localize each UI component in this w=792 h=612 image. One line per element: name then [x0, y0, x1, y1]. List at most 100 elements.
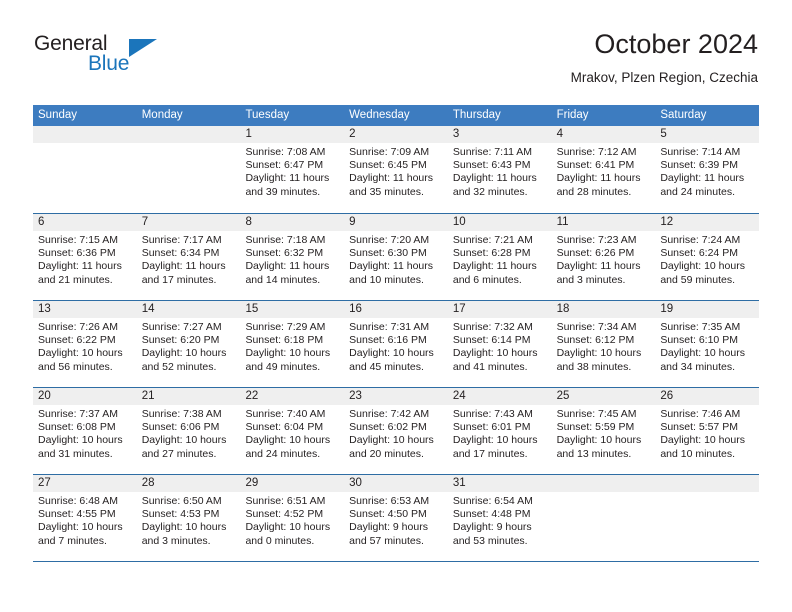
day-cell-1[interactable]: 1 Sunrise: 7:08 AM Sunset: 6:47 PM Daylight… — [240, 126, 345, 213]
day-cell-25[interactable]: 25 Sunrise: 7:45 AM Sunset: 5:59 PM Dayligh… — [551, 388, 656, 474]
day-cell-2[interactable]: 2 Sunrise: 7:09 AM Sunset: 6:45 PM Daylight… — [344, 126, 448, 213]
day-cell-8[interactable]: 8 Sunrise: 7:18 AM Sunset: 6:32 PM Daylight… — [240, 214, 345, 300]
day-number: 21 — [136, 388, 241, 405]
daylight-text: Daylight: 11 hours and 3 minutes. — [556, 260, 641, 286]
sunrise-text: Sunrise: 7:37 AM — [38, 408, 118, 420]
daylight-text: Daylight: 11 hours and 14 minutes. — [245, 260, 330, 286]
sunset-text: Sunset: 4:50 PM — [349, 508, 427, 521]
day-cell-26[interactable]: 26 Sunrise: 7:46 AM Sunset: 5:57 PM Dayligh… — [655, 388, 760, 474]
day-number: 7 — [136, 214, 241, 231]
daylight-text: Daylight: 11 hours and 17 minutes. — [141, 260, 226, 286]
day-details: Sunrise: 6:54 AM Sunset: 4:48 PM Daylight:… — [448, 492, 552, 548]
sunset-text: Sunset: 6:14 PM — [452, 334, 531, 347]
day-cell-12[interactable]: 12 Sunrise: 7:24 AM Sunset: 6:24 PM Dayligh… — [655, 214, 760, 300]
daylight-text: Daylight: 10 hours and 59 minutes. — [660, 260, 745, 286]
day-number: 17 — [447, 301, 552, 318]
day-cell-29[interactable]: 29 Sunrise: 6:51 AM Sunset: 4:52 PM Dayligh… — [240, 475, 345, 561]
day-cell-20[interactable]: 20 Sunrise: 7:37 AM Sunset: 6:08 PM Dayligh… — [33, 388, 137, 474]
daylight-text: Daylight: 10 hours and 52 minutes. — [141, 347, 227, 373]
day-number: 31 — [447, 475, 552, 492]
day-number: 5 — [655, 126, 760, 143]
day-cell-3[interactable]: 3 Sunrise: 7:11 AM Sunset: 6:43 PM Daylight… — [447, 126, 552, 213]
day-details: Sunrise: 7:24 AM Sunset: 6:24 PM Daylight:… — [655, 231, 759, 287]
weekday-header-monday: Monday — [141, 109, 183, 121]
sunset-text: Sunset: 6:28 PM — [452, 247, 531, 260]
day-details: Sunrise: 7:21 AM Sunset: 6:28 PM Daylight:… — [448, 231, 552, 287]
day-number: 16 — [344, 301, 448, 318]
sunset-text: Sunset: 4:52 PM — [245, 508, 324, 521]
day-number — [551, 475, 656, 492]
calendar-week-row: 27 Sunrise: 6:48 AM Sunset: 4:55 PM Dayligh… — [33, 474, 760, 561]
sunset-text: Sunset: 6:22 PM — [38, 334, 116, 347]
calendar-week-row: 1 Sunrise: 7:08 AM Sunset: 6:47 PM Daylight… — [33, 126, 760, 213]
page-title: October 2024 — [594, 29, 758, 59]
day-cell-28[interactable]: 28 Sunrise: 6:50 AM Sunset: 4:53 PM Dayligh… — [136, 475, 241, 561]
weekday-header-friday: Friday — [556, 109, 589, 121]
day-cell-9[interactable]: 9 Sunrise: 7:20 AM Sunset: 6:30 PM Daylight… — [344, 214, 448, 300]
day-number: 24 — [447, 388, 552, 405]
page-header: General Blue October 2024 Mrakov, Plzen … — [34, 28, 758, 98]
daylight-text: Daylight: 10 hours and 34 minutes. — [660, 347, 745, 373]
weekday-header-wednesday: Wednesday — [349, 109, 410, 121]
day-cell-15[interactable]: 15 Sunrise: 7:29 AM Sunset: 6:18 PM Dayligh… — [240, 301, 345, 387]
day-cell-27[interactable]: 27 Sunrise: 6:48 AM Sunset: 4:55 PM Dayligh… — [33, 475, 137, 561]
day-number: 12 — [655, 214, 760, 231]
weekday-header-saturday: Saturday — [660, 109, 707, 121]
day-cell-17[interactable]: 17 Sunrise: 7:32 AM Sunset: 6:14 PM Dayligh… — [447, 301, 552, 387]
sunrise-text: Sunrise: 7:11 AM — [452, 146, 533, 158]
daylight-text: Daylight: 11 hours and 21 minutes. — [38, 260, 122, 286]
sunrise-text: Sunrise: 7:18 AM — [245, 234, 326, 246]
day-details: Sunrise: 7:12 AM Sunset: 6:41 PM Daylight:… — [552, 143, 656, 199]
daylight-text: Daylight: 10 hours and 7 minutes. — [38, 521, 123, 547]
day-details: Sunrise: 7:08 AM Sunset: 6:47 PM Daylight:… — [240, 143, 344, 199]
daylight-text: Daylight: 10 hours and 10 minutes. — [660, 434, 745, 460]
sunset-text: Sunset: 4:55 PM — [38, 508, 116, 521]
day-details: Sunrise: 6:51 AM Sunset: 4:52 PM Daylight:… — [240, 492, 344, 548]
sunrise-text: Sunrise: 7:15 AM — [38, 234, 118, 246]
daylight-text: Daylight: 10 hours and 45 minutes. — [349, 347, 434, 373]
daylight-text: Daylight: 10 hours and 31 minutes. — [38, 434, 123, 460]
day-cell-6[interactable]: 6 Sunrise: 7:15 AM Sunset: 6:36 PM Daylight… — [33, 214, 137, 300]
day-cell-14[interactable]: 14 Sunrise: 7:27 AM Sunset: 6:20 PM Dayligh… — [136, 301, 241, 387]
day-details: Sunrise: 7:40 AM Sunset: 6:04 PM Daylight:… — [240, 405, 344, 461]
sunrise-text: Sunrise: 7:42 AM — [349, 408, 430, 420]
day-cell-5[interactable]: 5 Sunrise: 7:14 AM Sunset: 6:39 PM Daylight… — [655, 126, 760, 213]
day-number: 30 — [344, 475, 448, 492]
day-cell-22[interactable]: 22 Sunrise: 7:40 AM Sunset: 6:04 PM Dayligh… — [240, 388, 345, 474]
day-details: Sunrise: 7:34 AM Sunset: 6:12 PM Daylight:… — [552, 318, 656, 374]
day-details: Sunrise: 7:15 AM Sunset: 6:36 PM Daylight:… — [33, 231, 137, 287]
day-cell-4[interactable]: 4 Sunrise: 7:12 AM Sunset: 6:41 PM Daylight… — [551, 126, 656, 213]
sunrise-text: Sunrise: 7:21 AM — [452, 234, 533, 246]
day-cell-7[interactable]: 7 Sunrise: 7:17 AM Sunset: 6:34 PM Daylight… — [136, 214, 241, 300]
day-cell-13[interactable]: 13 Sunrise: 7:26 AM Sunset: 6:22 PM Dayligh… — [33, 301, 137, 387]
day-cell-18[interactable]: 18 Sunrise: 7:34 AM Sunset: 6:12 PM Dayligh… — [551, 301, 656, 387]
daylight-text: Daylight: 10 hours and 24 minutes. — [245, 434, 331, 460]
sunset-text: Sunset: 6:01 PM — [452, 421, 531, 434]
day-number: 3 — [447, 126, 552, 143]
daylight-text: Daylight: 11 hours and 10 minutes. — [349, 260, 434, 286]
day-details: Sunrise: 7:31 AM Sunset: 6:16 PM Daylight:… — [344, 318, 448, 374]
day-cell-10[interactable]: 10 Sunrise: 7:21 AM Sunset: 6:28 PM Dayligh… — [447, 214, 552, 300]
day-cell-30[interactable]: 30 Sunrise: 6:53 AM Sunset: 4:50 PM Dayligh… — [344, 475, 448, 561]
day-details: Sunrise: 6:53 AM Sunset: 4:50 PM Daylight:… — [344, 492, 448, 548]
day-cell-23[interactable]: 23 Sunrise: 7:42 AM Sunset: 6:02 PM Dayligh… — [344, 388, 448, 474]
day-cell-24[interactable]: 24 Sunrise: 7:43 AM Sunset: 6:01 PM Dayligh… — [447, 388, 552, 474]
day-cell-11[interactable]: 11 Sunrise: 7:23 AM Sunset: 6:26 PM Dayligh… — [551, 214, 656, 300]
day-details: Sunrise: 7:35 AM Sunset: 6:10 PM Daylight:… — [655, 318, 759, 374]
daylight-text: Daylight: 9 hours and 57 minutes. — [349, 521, 428, 547]
day-cell-19[interactable]: 19 Sunrise: 7:35 AM Sunset: 6:10 PM Dayligh… — [655, 301, 760, 387]
calendar-bottom-rule — [33, 561, 759, 562]
day-details: Sunrise: 7:29 AM Sunset: 6:18 PM Daylight:… — [240, 318, 344, 374]
day-cell-16[interactable]: 16 Sunrise: 7:31 AM Sunset: 6:16 PM Dayligh… — [344, 301, 448, 387]
sunset-text: Sunset: 6:34 PM — [141, 247, 220, 260]
day-details: Sunrise: 7:27 AM Sunset: 6:20 PM Daylight:… — [137, 318, 241, 374]
calendar-week-row: 6 Sunrise: 7:15 AM Sunset: 6:36 PM Daylight… — [33, 213, 760, 300]
sunset-text: Sunset: 6:16 PM — [349, 334, 427, 347]
day-cell-21[interactable]: 21 Sunrise: 7:38 AM Sunset: 6:06 PM Dayligh… — [136, 388, 241, 474]
day-cell-31[interactable]: 31 Sunrise: 6:54 AM Sunset: 4:48 PM Dayligh… — [447, 475, 552, 561]
sunset-text: Sunset: 6:30 PM — [349, 247, 427, 260]
day-details: Sunrise: 7:32 AM Sunset: 6:14 PM Daylight:… — [448, 318, 552, 374]
sunrise-text: Sunrise: 6:54 AM — [452, 495, 533, 507]
sunset-text: Sunset: 5:57 PM — [660, 421, 738, 434]
daylight-text: Daylight: 10 hours and 56 minutes. — [38, 347, 123, 373]
